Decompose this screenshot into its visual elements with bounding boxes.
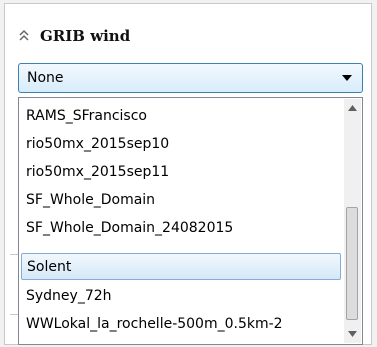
vertical-scrollbar[interactable] (344, 99, 361, 343)
triangle-down-icon[interactable] (348, 331, 357, 337)
list-item[interactable]: WWLokal_la_rochelle-500m_0.5km-2 (21, 310, 341, 337)
selected-value: None (27, 70, 64, 86)
triangle-down-icon[interactable] (342, 75, 352, 82)
list-item[interactable]: SF_Whole_Domain (21, 186, 341, 213)
list-item[interactable]: rio50mx_2015sep11 (21, 158, 341, 185)
double-chevron-up-icon[interactable] (17, 28, 31, 44)
list-item[interactable]: Sydney_72h (21, 282, 341, 309)
list-item[interactable]: RAMS_SFrancisco (21, 102, 341, 129)
triangle-up-icon[interactable] (348, 105, 357, 111)
list-item[interactable]: rio50mx_2015sep10 (21, 130, 341, 157)
panel-title: GRIB wind (40, 27, 131, 45)
list-item[interactable]: SF_Whole_Domain_24082015 (21, 214, 341, 241)
scrollbar-thumb[interactable] (346, 207, 358, 320)
panel-header[interactable]: GRIB wind (17, 26, 130, 46)
grib-wind-select[interactable]: None (18, 63, 363, 93)
list-item-selected[interactable]: Solent (21, 253, 341, 280)
dropdown-list[interactable]: RAMS_SFrancisco rio50mx_2015sep10 rio50m… (18, 97, 363, 345)
